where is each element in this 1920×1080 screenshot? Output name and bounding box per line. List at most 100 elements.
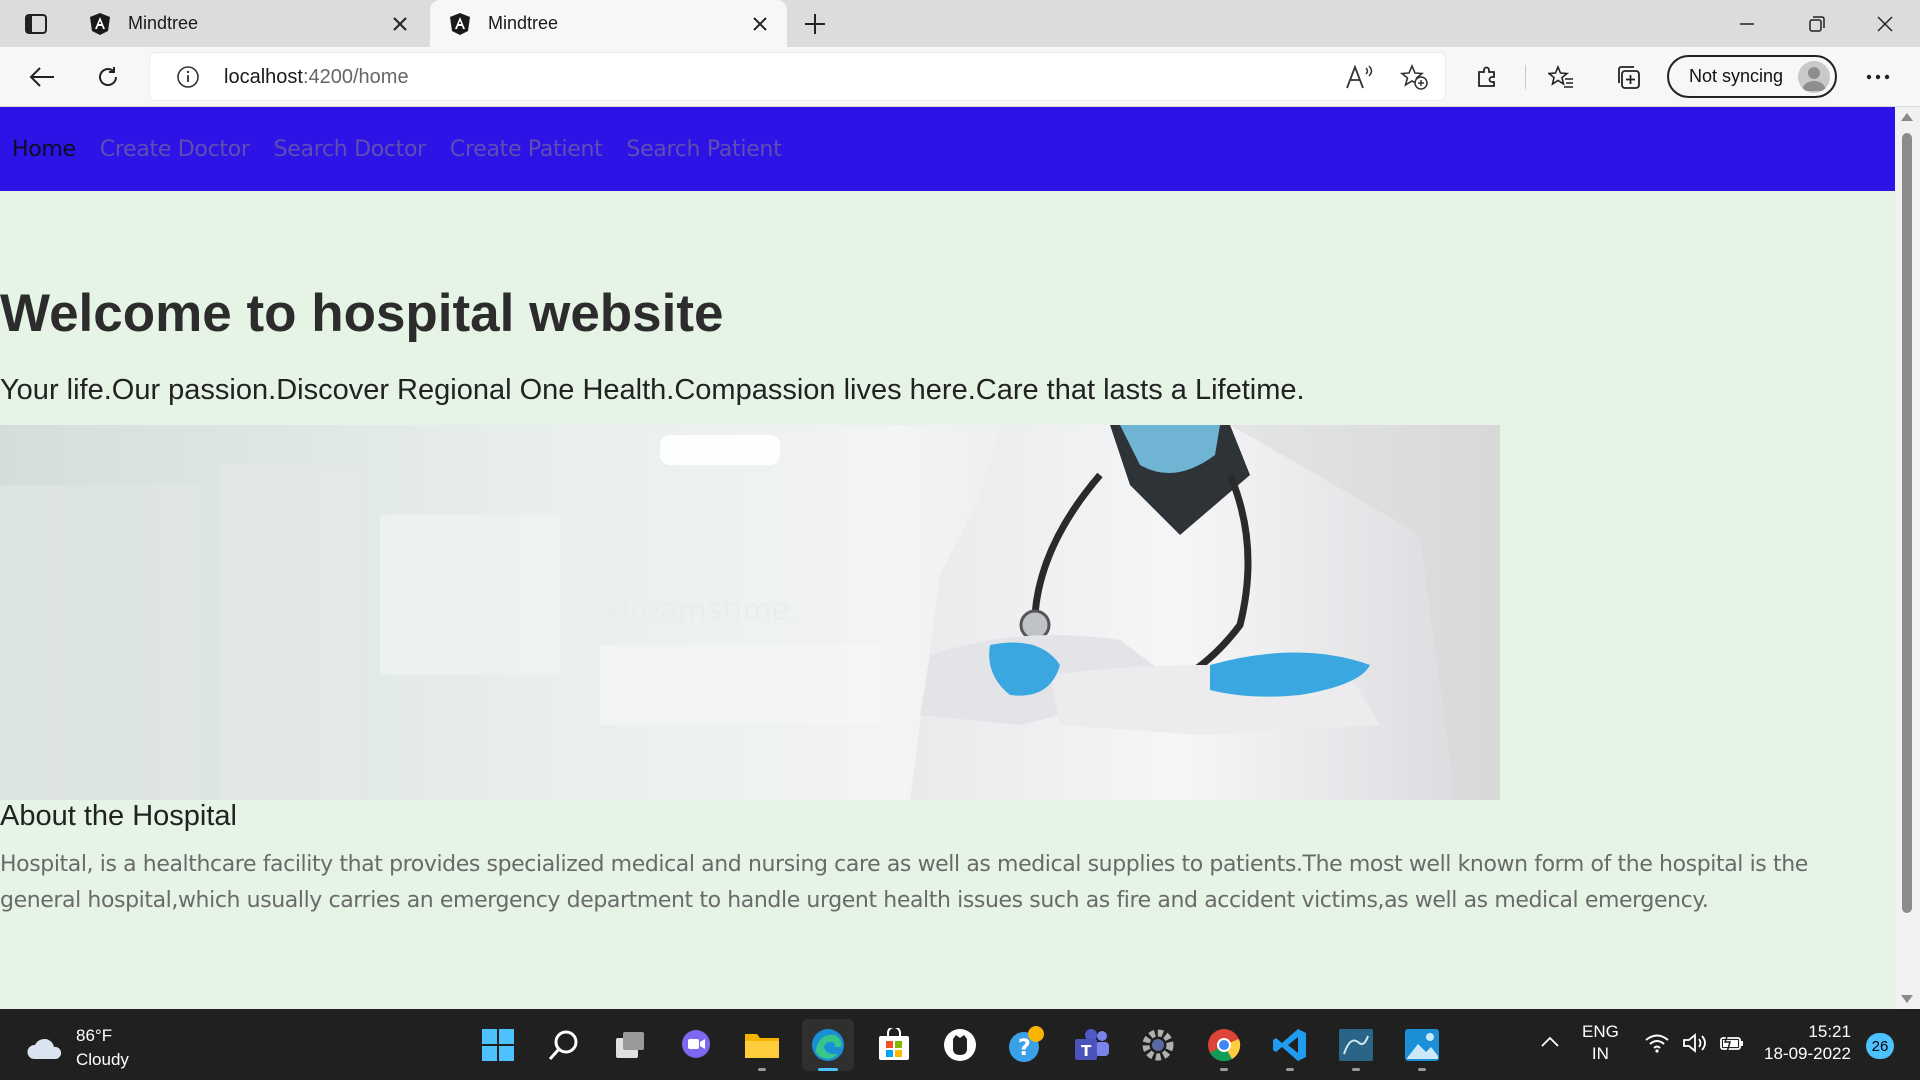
show-hidden-icons-button[interactable]	[1540, 1033, 1560, 1053]
page-scrollbar[interactable]	[1895, 107, 1920, 1009]
url-host: localhost	[224, 66, 303, 88]
clock[interactable]: 15:21 18-09-2022	[1764, 1021, 1851, 1065]
browser-tab-bar: Mindtree Mindtree	[0, 0, 1920, 47]
read-aloud-icon[interactable]	[1345, 64, 1373, 90]
chrome-app[interactable]	[1198, 1019, 1250, 1071]
task-view-button[interactable]	[604, 1019, 656, 1071]
tab-close-button[interactable]	[389, 13, 411, 35]
battery-icon	[1720, 1033, 1743, 1053]
github-icon	[944, 1029, 976, 1061]
clock-time: 15:21	[1808, 1022, 1851, 1041]
photos-icon	[1405, 1029, 1439, 1061]
tab-actions-button[interactable]	[18, 10, 54, 38]
weather-condition: Cloudy	[76, 1050, 129, 1069]
notification-badge[interactable]: 26	[1866, 1033, 1894, 1059]
taskbar-search-button[interactable]	[538, 1019, 590, 1071]
more-icon	[1866, 74, 1890, 80]
nav-create-doctor[interactable]: Create Doctor	[100, 137, 250, 162]
close-icon	[1877, 15, 1893, 32]
tab-actions-icon	[25, 14, 47, 34]
photos-app[interactable]	[1396, 1019, 1448, 1071]
scroll-up-arrow[interactable]	[1901, 113, 1913, 121]
nav-search-patient[interactable]: Search Patient	[626, 137, 781, 162]
refresh-button[interactable]	[90, 59, 126, 95]
nav-home[interactable]: Home	[12, 137, 76, 162]
tab-close-button[interactable]	[749, 13, 771, 35]
doctor-with-stethoscope-image: dreamstime.	[0, 425, 1500, 800]
edge-app[interactable]	[802, 1019, 854, 1071]
chat-icon	[682, 1030, 710, 1058]
nav-create-patient[interactable]: Create Patient	[450, 137, 603, 162]
back-button[interactable]	[24, 59, 60, 95]
get-help-app[interactable]: ?	[1000, 1019, 1052, 1071]
svg-text:?: ?	[1018, 1036, 1031, 1061]
volume-icon	[1683, 1033, 1706, 1053]
network-status[interactable]	[1645, 1033, 1669, 1058]
new-tab-button[interactable]	[800, 10, 830, 38]
angular-icon	[450, 12, 470, 35]
chevron-up-icon	[1541, 1036, 1559, 1047]
input-language[interactable]: ENG IN	[1582, 1021, 1619, 1065]
clock-date: 18-09-2022	[1764, 1044, 1851, 1063]
collections-icon	[1618, 66, 1640, 89]
tab-title: Mindtree	[128, 13, 199, 33]
tab-mindtree-1[interactable]: Mindtree	[70, 0, 427, 47]
minimize-icon	[1740, 22, 1754, 25]
tagline: Your life.Our passion.Discover Regional …	[0, 374, 1305, 406]
favorites-button[interactable]	[1543, 59, 1579, 95]
wifi-icon	[1645, 1034, 1669, 1053]
sync-status-label: Not syncing	[1689, 66, 1784, 86]
info-icon[interactable]	[176, 65, 200, 89]
chat-app[interactable]	[670, 1019, 722, 1071]
running-indicator	[1220, 1068, 1228, 1071]
page-title: Welcome to hospital website	[0, 284, 724, 343]
file-explorer-icon	[745, 1034, 779, 1058]
collections-button[interactable]	[1610, 59, 1646, 95]
settings-more-button[interactable]	[1860, 59, 1896, 95]
mysql-workbench-app[interactable]	[1330, 1019, 1382, 1071]
windows-taskbar: 86°F Cloudy ? T ENG IN 15:21 18-09-2022 …	[0, 1009, 1920, 1080]
puzzle-icon	[1478, 66, 1495, 87]
nav-search-doctor[interactable]: Search Doctor	[274, 137, 427, 162]
hero-illustration: dreamstime.	[0, 425, 1500, 800]
site-navbar: Home Create Doctor Search Doctor Create …	[0, 107, 1895, 191]
settings-app[interactable]	[1132, 1019, 1184, 1071]
teams-icon: T	[1075, 1029, 1109, 1060]
lang-line2: IN	[1591, 1044, 1609, 1063]
volume-status[interactable]	[1682, 1033, 1708, 1058]
mysql-workbench-icon	[1339, 1029, 1373, 1061]
window-close-button[interactable]	[1850, 0, 1920, 47]
add-favorite-icon[interactable]	[1400, 64, 1428, 90]
web-page: Home Create Doctor Search Doctor Create …	[0, 107, 1895, 1009]
address-bar[interactable]: localhost:4200/home	[150, 53, 1445, 100]
weather-widget[interactable]: 86°F Cloudy	[26, 1024, 129, 1072]
scroll-down-arrow[interactable]	[1901, 995, 1913, 1003]
start-button[interactable]	[472, 1019, 524, 1071]
store-app[interactable]	[868, 1019, 920, 1071]
angular-icon	[90, 12, 110, 35]
tab-title: Mindtree	[488, 13, 559, 33]
vscode-app[interactable]	[1264, 1019, 1316, 1071]
profile-sync-button[interactable]: Not syncing	[1667, 55, 1837, 98]
scroll-thumb[interactable]	[1902, 133, 1912, 913]
extensions-button[interactable]	[1469, 59, 1505, 95]
edge-icon	[812, 1029, 844, 1061]
running-indicator	[1352, 1068, 1360, 1071]
about-heading: About the Hospital	[0, 800, 237, 832]
avatar	[1798, 61, 1830, 93]
running-indicator	[758, 1068, 766, 1071]
url-path: :4200/home	[302, 66, 409, 88]
battery-status[interactable]	[1718, 1033, 1744, 1058]
teams-app[interactable]: T	[1066, 1019, 1118, 1071]
settings-icon	[1142, 1029, 1174, 1061]
minimize-button[interactable]	[1712, 0, 1782, 47]
running-indicator	[818, 1068, 838, 1071]
close-icon	[753, 17, 767, 31]
browser-toolbar: localhost:4200/home Not syncing	[0, 47, 1920, 107]
github-desktop-app[interactable]	[934, 1019, 986, 1071]
file-explorer-app[interactable]	[736, 1019, 788, 1071]
url-text[interactable]: localhost:4200/home	[224, 66, 409, 89]
favorites-icon	[1548, 65, 1573, 88]
restore-button[interactable]	[1782, 0, 1852, 47]
tab-mindtree-2[interactable]: Mindtree	[430, 0, 787, 47]
